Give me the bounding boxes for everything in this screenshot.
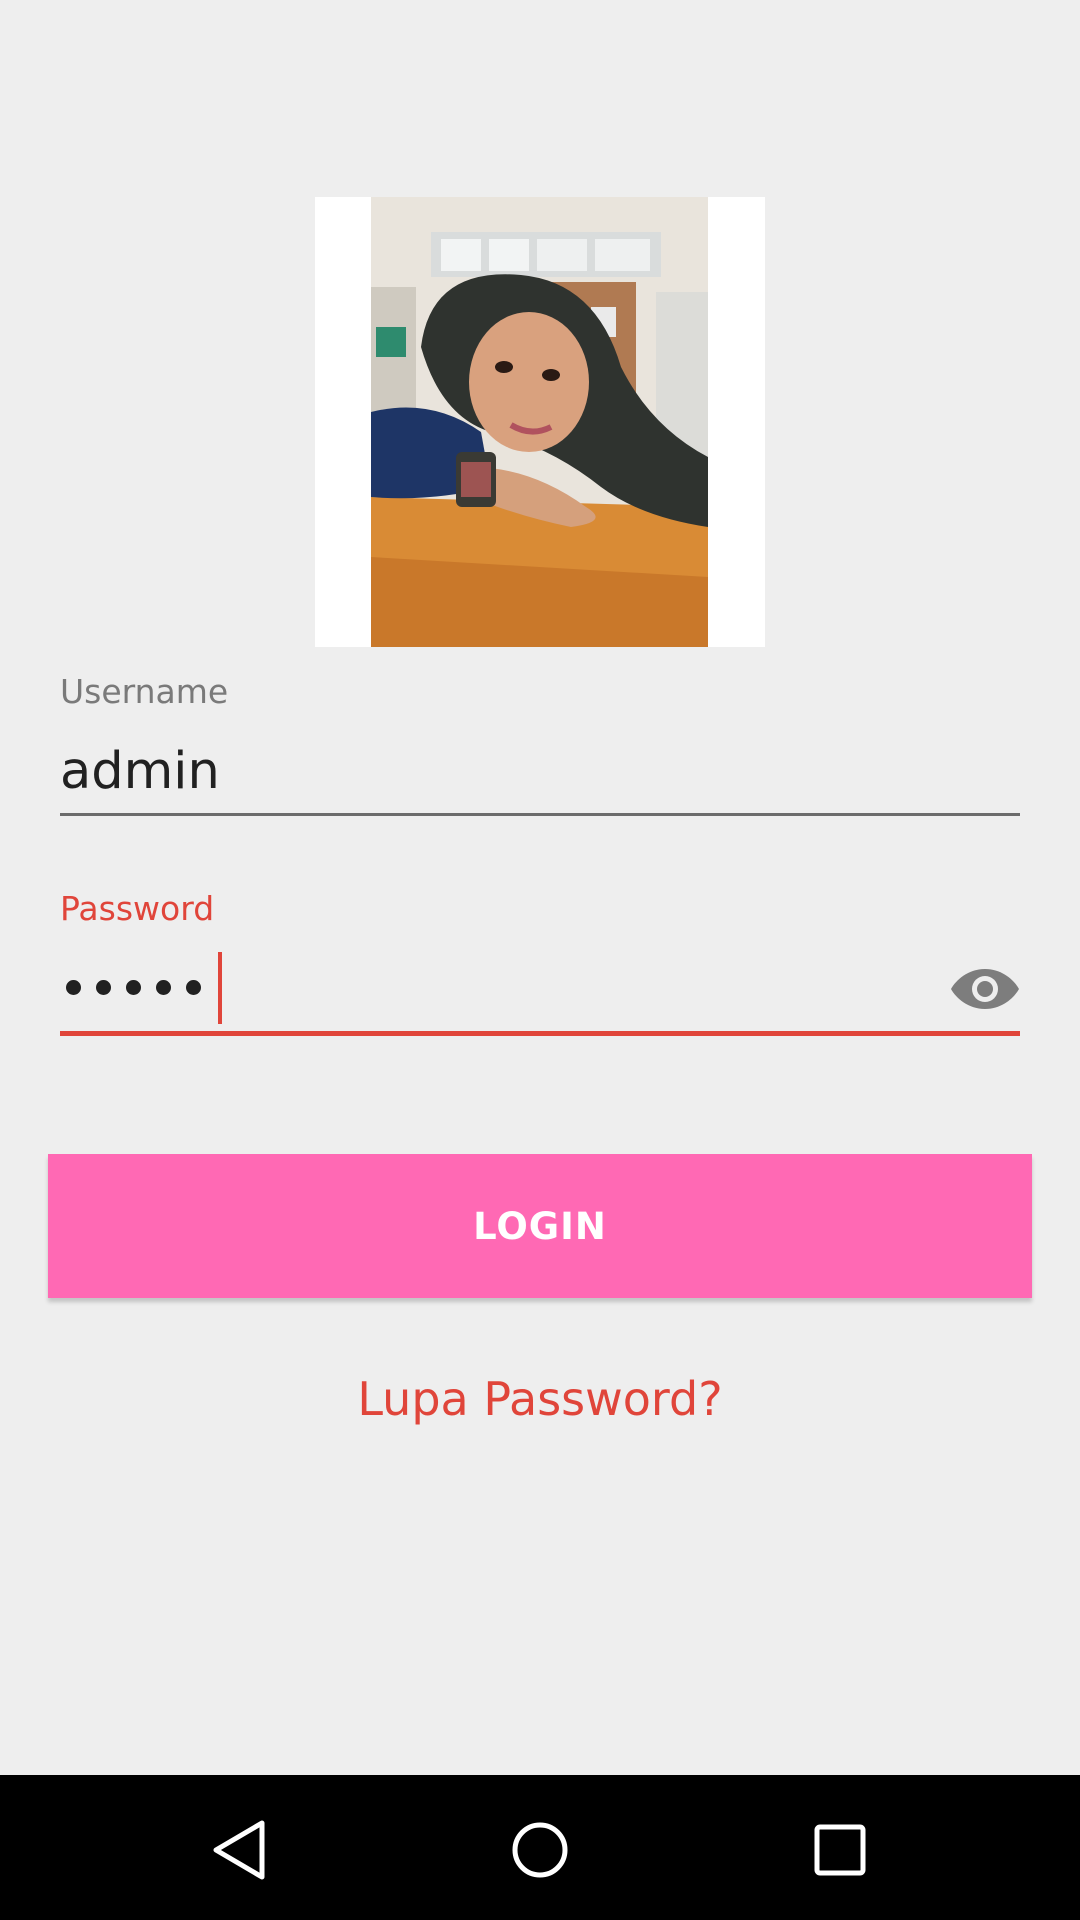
- password-label: Password: [60, 889, 215, 928]
- home-circle-icon[interactable]: [495, 1805, 585, 1895]
- password-dot: [96, 980, 111, 995]
- login-screen: Username Password LOGIN Lupa Password?: [0, 0, 1080, 1920]
- username-field[interactable]: Username: [60, 668, 1020, 818]
- password-input[interactable]: [66, 980, 201, 995]
- forgot-password-link[interactable]: Lupa Password?: [0, 1372, 1080, 1426]
- profile-photo: [371, 197, 708, 647]
- username-label: Username: [60, 672, 229, 711]
- password-dot: [156, 980, 171, 995]
- profile-photo-frame: [315, 197, 765, 647]
- navigation-bar: [0, 1775, 1080, 1920]
- password-underline: [60, 1031, 1020, 1036]
- text-cursor: [218, 952, 222, 1024]
- password-dot: [126, 980, 141, 995]
- username-underline: [60, 813, 1020, 816]
- eye-icon[interactable]: [950, 965, 1020, 1013]
- login-button[interactable]: LOGIN: [48, 1154, 1032, 1298]
- password-field[interactable]: Password: [60, 885, 1020, 1040]
- password-dot: [66, 980, 81, 995]
- back-triangle-icon[interactable]: [195, 1805, 285, 1895]
- recent-square-icon[interactable]: [795, 1805, 885, 1895]
- username-input[interactable]: [60, 741, 1020, 801]
- password-dot: [186, 980, 201, 995]
